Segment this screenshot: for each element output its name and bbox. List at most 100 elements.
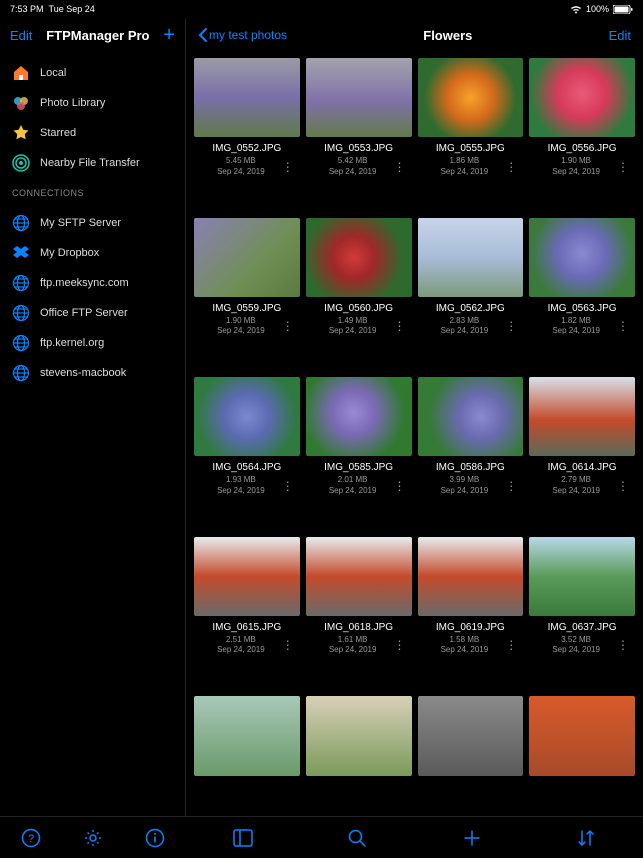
file-cell[interactable]: [529, 696, 635, 810]
file-cell[interactable]: IMG_0555.JPG 1.86 MBSep 24, 2019 ⋮: [418, 58, 524, 212]
connection-label: My Dropbox: [40, 247, 99, 259]
help-icon[interactable]: ?: [20, 827, 42, 849]
file-thumbnail: [306, 58, 412, 137]
more-icon[interactable]: ⋮: [282, 483, 294, 489]
more-icon[interactable]: ⋮: [505, 642, 517, 648]
more-icon[interactable]: ⋮: [617, 642, 629, 648]
file-grid[interactable]: IMG_0552.JPG 5.45 MBSep 24, 2019 ⋮ IMG_0…: [186, 52, 643, 816]
more-icon[interactable]: ⋮: [505, 323, 517, 329]
globe-icon: [12, 274, 30, 292]
sidebar-item-label: Photo Library: [40, 97, 105, 109]
file-meta: IMG_0614.JPG 2.79 MBSep 24, 2019 ⋮: [529, 462, 635, 496]
file-cell[interactable]: IMG_0585.JPG 2.01 MBSep 24, 2019 ⋮: [306, 377, 412, 531]
sidebar-item-label: Local: [40, 67, 66, 79]
sidebar-item-star[interactable]: Starred: [0, 118, 185, 148]
file-thumbnail: [529, 377, 635, 456]
file-cell[interactable]: IMG_0560.JPG 1.49 MBSep 24, 2019 ⋮: [306, 218, 412, 372]
more-icon[interactable]: ⋮: [282, 642, 294, 648]
file-cell[interactable]: IMG_0614.JPG 2.79 MBSep 24, 2019 ⋮: [529, 377, 635, 531]
file-thumbnail: [418, 58, 524, 137]
file-cell[interactable]: IMG_0553.JPG 5.42 MBSep 24, 2019 ⋮: [306, 58, 412, 212]
file-name: IMG_0615.JPG: [194, 622, 300, 633]
file-name: IMG_0586.JPG: [418, 462, 524, 473]
file-name: IMG_0559.JPG: [194, 303, 300, 314]
file-thumbnail: [194, 696, 300, 775]
file-cell[interactable]: [418, 696, 524, 810]
content-header: my test photos Flowers Edit: [186, 18, 643, 52]
file-cell[interactable]: IMG_0564.JPG 1.93 MBSep 24, 2019 ⋮: [194, 377, 300, 531]
file-meta: IMG_0619.JPG 1.58 MBSep 24, 2019 ⋮: [418, 622, 524, 656]
more-icon[interactable]: ⋮: [394, 642, 406, 648]
file-name: IMG_0556.JPG: [529, 143, 635, 154]
file-thumbnail: [418, 218, 524, 297]
file-meta: IMG_0618.JPG 1.61 MBSep 24, 2019 ⋮: [306, 622, 412, 656]
file-name: IMG_0614.JPG: [529, 462, 635, 473]
globe-icon: [12, 214, 30, 232]
file-cell[interactable]: [194, 696, 300, 810]
more-icon[interactable]: ⋮: [505, 164, 517, 170]
sidebar-item-photos[interactable]: Photo Library: [0, 88, 185, 118]
more-icon[interactable]: ⋮: [617, 323, 629, 329]
file-meta: IMG_0586.JPG 3.99 MBSep 24, 2019 ⋮: [418, 462, 524, 496]
connection-item[interactable]: stevens-macbook: [0, 358, 185, 388]
sidebar-item-transfer[interactable]: Nearby File Transfer: [0, 148, 185, 178]
settings-icon[interactable]: [82, 827, 104, 849]
file-cell[interactable]: IMG_0586.JPG 3.99 MBSep 24, 2019 ⋮: [418, 377, 524, 531]
photos-icon: [12, 94, 30, 112]
back-button[interactable]: my test photos: [198, 28, 287, 42]
view-mode-icon[interactable]: [232, 827, 254, 849]
globe-icon: [12, 304, 30, 322]
battery-icon: [613, 5, 633, 14]
connection-item[interactable]: My Dropbox: [0, 238, 185, 268]
file-details: 5.42 MBSep 24, 2019: [312, 156, 394, 177]
file-meta: IMG_0564.JPG 1.93 MBSep 24, 2019 ⋮: [194, 462, 300, 496]
file-cell[interactable]: IMG_0559.JPG 1.90 MBSep 24, 2019 ⋮: [194, 218, 300, 372]
connection-item[interactable]: My SFTP Server: [0, 208, 185, 238]
search-icon[interactable]: [346, 827, 368, 849]
file-cell[interactable]: IMG_0562.JPG 2.83 MBSep 24, 2019 ⋮: [418, 218, 524, 372]
file-cell[interactable]: [306, 696, 412, 810]
connection-item[interactable]: ftp.meeksync.com: [0, 268, 185, 298]
more-icon[interactable]: ⋮: [394, 164, 406, 170]
more-icon[interactable]: ⋮: [617, 164, 629, 170]
sidebar-item-home[interactable]: Local: [0, 58, 185, 88]
more-icon[interactable]: ⋮: [617, 483, 629, 489]
file-cell[interactable]: IMG_0637.JPG 3.52 MBSep 24, 2019 ⋮: [529, 537, 635, 691]
file-thumbnail: [194, 58, 300, 137]
chevron-left-icon: [198, 28, 207, 42]
file-name: IMG_0553.JPG: [306, 143, 412, 154]
info-icon[interactable]: [144, 827, 166, 849]
sort-icon[interactable]: [575, 827, 597, 849]
file-cell[interactable]: IMG_0619.JPG 1.58 MBSep 24, 2019 ⋮: [418, 537, 524, 691]
connection-item[interactable]: Office FTP Server: [0, 298, 185, 328]
file-cell[interactable]: IMG_0563.JPG 1.82 MBSep 24, 2019 ⋮: [529, 218, 635, 372]
more-icon[interactable]: ⋮: [505, 483, 517, 489]
file-cell[interactable]: IMG_0556.JPG 1.90 MBSep 24, 2019 ⋮: [529, 58, 635, 212]
file-thumbnail: [194, 377, 300, 456]
more-icon[interactable]: ⋮: [282, 164, 294, 170]
file-meta: IMG_0562.JPG 2.83 MBSep 24, 2019 ⋮: [418, 303, 524, 337]
file-thumbnail: [529, 58, 635, 137]
sidebar: Edit FTPManager Pro + Local Photo Librar…: [0, 18, 186, 816]
file-thumbnail: [418, 696, 524, 775]
file-thumbnail: [306, 218, 412, 297]
connection-item[interactable]: ftp.kernel.org: [0, 328, 185, 358]
add-connection-button[interactable]: +: [163, 24, 175, 47]
file-details: 3.99 MBSep 24, 2019: [424, 475, 506, 496]
svg-text:?: ?: [28, 833, 34, 845]
more-icon[interactable]: ⋮: [394, 483, 406, 489]
file-cell[interactable]: IMG_0552.JPG 5.45 MBSep 24, 2019 ⋮: [194, 58, 300, 212]
connection-label: My SFTP Server: [40, 217, 121, 229]
status-right: 100%: [570, 4, 633, 14]
file-cell[interactable]: IMG_0615.JPG 2.51 MBSep 24, 2019 ⋮: [194, 537, 300, 691]
add-icon[interactable]: [461, 827, 483, 849]
battery-percent: 100%: [586, 4, 609, 14]
file-thumbnail: [194, 218, 300, 297]
file-name: IMG_0552.JPG: [194, 143, 300, 154]
more-icon[interactable]: ⋮: [394, 323, 406, 329]
file-cell[interactable]: IMG_0618.JPG 1.61 MBSep 24, 2019 ⋮: [306, 537, 412, 691]
file-meta: IMG_0555.JPG 1.86 MBSep 24, 2019 ⋮: [418, 143, 524, 177]
more-icon[interactable]: ⋮: [282, 323, 294, 329]
content-edit-button[interactable]: Edit: [609, 28, 631, 43]
sidebar-edit-button[interactable]: Edit: [10, 28, 32, 43]
